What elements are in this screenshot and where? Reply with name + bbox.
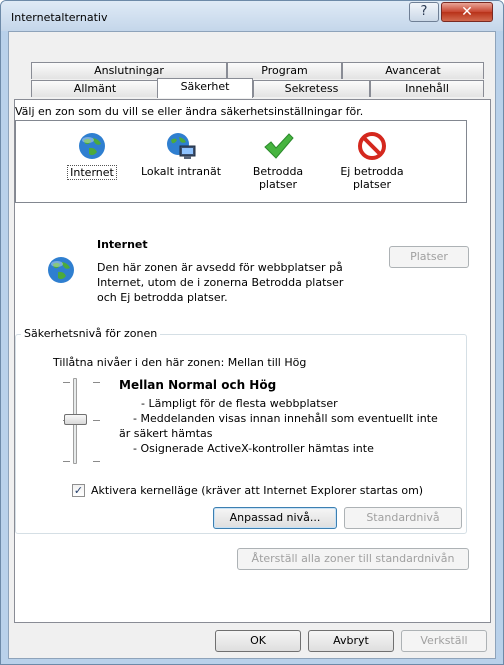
zone-local-intranet[interactable]: Lokalt intranät: [136, 131, 226, 178]
restricted-icon: [358, 132, 386, 160]
selected-zone-globe-icon: [48, 257, 74, 283]
cancel-button[interactable]: Avbryt: [308, 630, 394, 652]
selected-zone-desc-2: Internet, utom de i zonerna Betrodda pla…: [97, 276, 344, 289]
slider-tick-right-high: [93, 382, 100, 383]
zone-list[interactable]: Internet Lokalt intranät Betrodda platse…: [15, 120, 467, 203]
sites-button[interactable]: Platser: [389, 246, 469, 268]
slider-tick-right-medium-high: [93, 420, 100, 421]
reset-all-zones-button[interactable]: Återställ alla zoner till standardnivån: [237, 548, 469, 570]
slider-tick-high: [63, 382, 70, 383]
security-level-desc-1: - Lämpligt för de flesta webbplatser: [141, 397, 338, 410]
zone-instruction: Välj en zon som du vill se eller ändra s…: [15, 105, 364, 118]
globe-icon: [79, 133, 105, 159]
security-level-group-title: Säkerhetsnivå för zonen: [21, 327, 161, 340]
selected-zone-title: Internet: [97, 238, 148, 251]
security-level-desc-2: - Meddelanden visas innan innehåll som e…: [133, 412, 438, 425]
security-level-desc-3: är säkert hämtas: [119, 427, 213, 440]
security-page-content: Välj en zon som du vill se eller ändra s…: [1, 1, 503, 664]
checkmark-icon: [264, 133, 294, 159]
slider-tick-right-medium: [93, 461, 100, 462]
checkmark-glyph: ✓: [73, 484, 84, 497]
default-level-button[interactable]: Standardnivå: [344, 507, 462, 529]
allowed-levels-text: Tillåtna nivåer i den här zonen: Mellan …: [53, 356, 307, 369]
protected-mode-label[interactable]: Aktivera kernelläge (kräver att Internet…: [91, 484, 423, 497]
protected-mode-checkbox[interactable]: ✓: [72, 484, 85, 497]
ok-button[interactable]: OK: [215, 630, 301, 652]
selected-zone-desc-1: Den här zonen är avsedd för webbplatser …: [97, 261, 343, 274]
security-level-desc-4: - Osignerade ActiveX-kontroller hämtas i…: [133, 442, 374, 455]
security-level-slider-thumb[interactable]: [64, 414, 87, 425]
selected-zone-desc-3: och Ej betrodda platser.: [97, 291, 228, 304]
intranet-icon: [167, 133, 196, 159]
dialog-window: Internetalternativ ? ✕ Anslutningar Prog…: [0, 0, 504, 665]
zone-restricted-sites[interactable]: Ej betrodda platser: [330, 131, 414, 191]
security-level-name: Mellan Normal och Hög: [119, 378, 277, 392]
zone-internet[interactable]: Internet: [56, 131, 128, 180]
zone-trusted-sites[interactable]: Betrodda platser: [242, 131, 314, 191]
slider-tick-medium: [63, 461, 70, 462]
custom-level-button[interactable]: Anpassad nivå...: [213, 507, 337, 529]
apply-button[interactable]: Verkställ: [401, 630, 487, 652]
